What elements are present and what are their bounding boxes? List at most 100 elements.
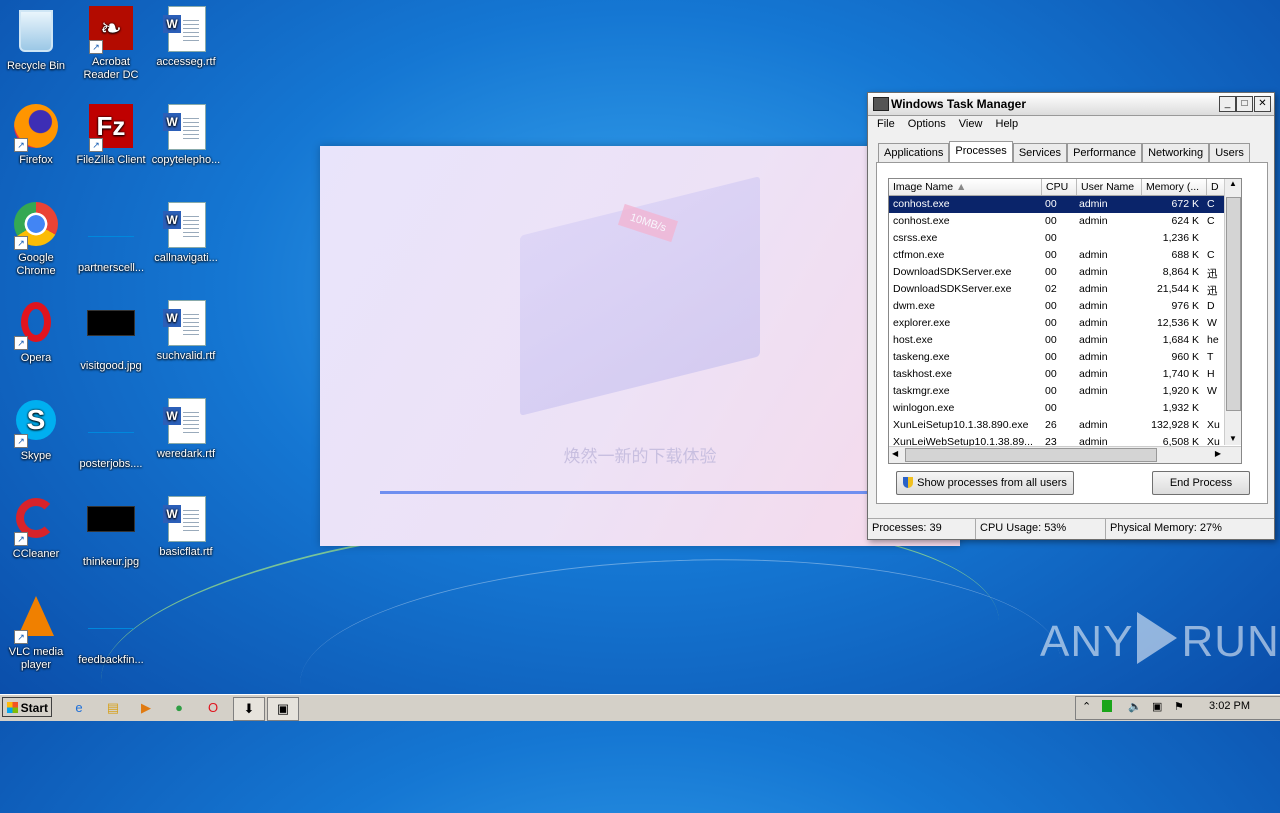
process-cell-cpu: 00 xyxy=(1045,232,1057,244)
menu-options[interactable]: Options xyxy=(903,116,951,132)
network-icon[interactable]: ▣ xyxy=(1152,700,1162,713)
taskbar-task-manager[interactable]: ▣ xyxy=(267,697,299,721)
menu-view[interactable]: View xyxy=(954,116,988,132)
process-row[interactable]: taskhost.exe 00 admin 1,740 K H xyxy=(889,366,1241,383)
clock[interactable]: 3:02 PM xyxy=(1209,700,1250,712)
process-cell-mem: 21,544 K xyxy=(1156,283,1199,295)
desktop-icon-acrobat[interactable]: ❧ ↗ Acrobat Reader DC xyxy=(75,6,147,82)
column-cpu[interactable]: CPU xyxy=(1042,179,1077,195)
process-list[interactable]: Image Name ▲ CPU User Name Memory (... D… xyxy=(888,178,1242,464)
desktop-icon-chrome[interactable]: ↗ Google Chrome xyxy=(0,202,72,278)
process-cell-cpu: 26 xyxy=(1045,419,1057,431)
desktop-icon-skype[interactable]: S ↗ Skype xyxy=(0,398,72,463)
desktop-icon-suchvalid[interactable]: suchvalid.rtf xyxy=(150,300,222,363)
close-button[interactable]: ✕ xyxy=(1254,96,1271,112)
process-cell-mem: 688 K xyxy=(1171,249,1199,261)
process-cell-cpu: 00 xyxy=(1045,402,1057,414)
shortcut-arrow-icon: ↗ xyxy=(14,434,28,448)
desktop-icon-posterjobs[interactable]: posterjobs.... xyxy=(75,398,147,471)
chrome-icon[interactable]: ● xyxy=(168,697,190,719)
desktop-icon-basicflat[interactable]: basicflat.rtf xyxy=(150,496,222,559)
process-row[interactable]: csrss.exe 00 1,236 K xyxy=(889,230,1241,247)
process-row[interactable]: taskmgr.exe 00 admin 1,920 K W xyxy=(889,383,1241,400)
process-row[interactable]: XunLeiSetup10.1.38.890.exe 26 admin 132,928… xyxy=(889,417,1241,434)
process-row[interactable]: winlogon.exe 00 1,932 K xyxy=(889,400,1241,417)
vlc-icon: ↗ xyxy=(12,596,60,644)
desktop-icon-vlc[interactable]: ↗ VLC media player xyxy=(0,594,72,672)
tab-processes[interactable]: Processes xyxy=(949,141,1013,162)
process-cell-mem: 132,928 K xyxy=(1151,419,1199,431)
installer-window[interactable]: 10MB/s 焕然一新的下载体验 xyxy=(320,146,960,546)
word-document-icon xyxy=(162,398,210,446)
folder-icon[interactable]: ▤ xyxy=(102,697,124,719)
internet-explorer-icon[interactable]: e xyxy=(68,697,90,719)
title-bar[interactable]: Windows Task Manager _ □ ✕ xyxy=(868,93,1274,116)
column-user-name[interactable]: User Name xyxy=(1077,179,1142,195)
desktop-icon-opera[interactable]: ↗ Opera xyxy=(0,300,72,365)
scroll-right-icon[interactable]: ▶ xyxy=(1215,449,1221,458)
process-row[interactable]: explorer.exe 00 admin 12,536 K W xyxy=(889,315,1241,332)
process-row[interactable]: DownloadSDKServer.exe 02 admin 21,544 K 迅 xyxy=(889,281,1241,298)
show-hidden-icons[interactable]: ⌃ xyxy=(1082,700,1091,713)
taskbar-xunlei-setup[interactable]: ⬇ xyxy=(233,697,265,721)
network-status-icon[interactable] xyxy=(1102,700,1112,712)
process-row[interactable]: DownloadSDKServer.exe 00 admin 8,864 K 迅 xyxy=(889,264,1241,281)
maximize-button[interactable]: □ xyxy=(1236,96,1253,112)
desktop-icon-copytelepho[interactable]: copytelepho... xyxy=(150,104,222,167)
desktop-icon-ccleaner[interactable]: ↗ CCleaner xyxy=(0,496,72,561)
media-player-icon[interactable]: ▶ xyxy=(135,697,157,719)
process-cell-mem: 1,740 K xyxy=(1162,368,1199,380)
minimize-button[interactable]: _ xyxy=(1219,96,1236,112)
desktop-icon-weredark[interactable]: weredark.rtf xyxy=(150,398,222,461)
desktop-icon-feedbackfin[interactable]: feedbackfin... xyxy=(75,594,147,667)
action-center-flag-icon[interactable]: ⚑ xyxy=(1174,700,1184,713)
process-row[interactable]: conhost.exe 00 admin 624 K C xyxy=(889,213,1241,230)
scroll-left-icon[interactable]: ◀ xyxy=(892,449,898,458)
desktop-icon-accesseg[interactable]: accesseg.rtf xyxy=(150,6,222,69)
process-cell-d: D xyxy=(1207,300,1215,312)
scroll-thumb[interactable] xyxy=(1226,197,1241,411)
column-image-name[interactable]: Image Name ▲ xyxy=(889,179,1042,195)
desktop-icon-recycle-bin[interactable]: Recycle Bin xyxy=(0,6,72,73)
process-row[interactable]: dwm.exe 00 admin 976 K D xyxy=(889,298,1241,315)
process-cell-cpu: 00 xyxy=(1045,198,1057,210)
show-all-processes-button[interactable]: Show processes from all users xyxy=(896,471,1074,495)
menu-help[interactable]: Help xyxy=(991,116,1024,132)
volume-icon[interactable]: 🔈 xyxy=(1128,700,1142,713)
menu-file[interactable]: File xyxy=(872,116,900,132)
end-process-button[interactable]: End Process xyxy=(1152,471,1250,495)
tab-strip: Applications Processes Services Performa… xyxy=(878,141,1250,162)
process-row[interactable]: taskeng.exe 00 admin 960 K T xyxy=(889,349,1241,366)
process-row[interactable]: conhost.exe 00 admin 672 K C xyxy=(889,196,1241,213)
process-row[interactable]: host.exe 00 admin 1,684 K he xyxy=(889,332,1241,349)
column-memory[interactable]: Memory (... xyxy=(1142,179,1207,195)
desktop-icon-callnavigati[interactable]: callnavigati... xyxy=(150,202,222,265)
scroll-thumb[interactable] xyxy=(905,448,1157,462)
scroll-down-icon[interactable]: ▼ xyxy=(1225,434,1241,443)
process-cell-d: 迅 xyxy=(1207,268,1218,280)
start-button[interactable]: Start xyxy=(2,697,52,717)
chrome-icon: ↗ xyxy=(12,202,60,250)
tab-performance[interactable]: Performance xyxy=(1067,143,1143,162)
process-cell-cpu: 00 xyxy=(1045,215,1057,227)
horizontal-scrollbar[interactable]: ◀ ▶ xyxy=(889,446,1241,463)
tab-users[interactable]: Users xyxy=(1209,143,1250,162)
tab-networking[interactable]: Networking xyxy=(1142,143,1210,162)
desktop-icon-firefox[interactable]: ↗ Firefox xyxy=(0,104,72,167)
process-row[interactable]: ctfmon.exe 00 admin 688 K C xyxy=(889,247,1241,264)
vertical-scrollbar[interactable]: ▲ ▼ xyxy=(1224,179,1241,445)
desktop-icon-filezilla[interactable]: Fz ↗ FileZilla Client xyxy=(75,104,147,167)
process-cell-d: W xyxy=(1207,317,1217,329)
process-cell-d: 迅 xyxy=(1207,285,1218,297)
filezilla-icon: Fz ↗ xyxy=(87,104,135,152)
process-cell-user: admin xyxy=(1079,283,1108,295)
task-manager-window[interactable]: Windows Task Manager _ □ ✕ File Options … xyxy=(867,92,1275,540)
tab-applications[interactable]: Applications xyxy=(878,143,950,162)
scroll-up-icon[interactable]: ▲ xyxy=(1225,179,1241,188)
opera-icon[interactable]: O xyxy=(202,697,224,719)
tab-services[interactable]: Services xyxy=(1012,143,1067,162)
desktop-icon-thinkeur[interactable]: thinkeur.jpg xyxy=(75,496,147,569)
desktop-icon-label: weredark.rtf xyxy=(156,448,216,460)
desktop-icon-visitgood[interactable]: visitgood.jpg xyxy=(75,300,147,373)
desktop-icon-partnerscell[interactable]: partnerscell... xyxy=(75,202,147,275)
